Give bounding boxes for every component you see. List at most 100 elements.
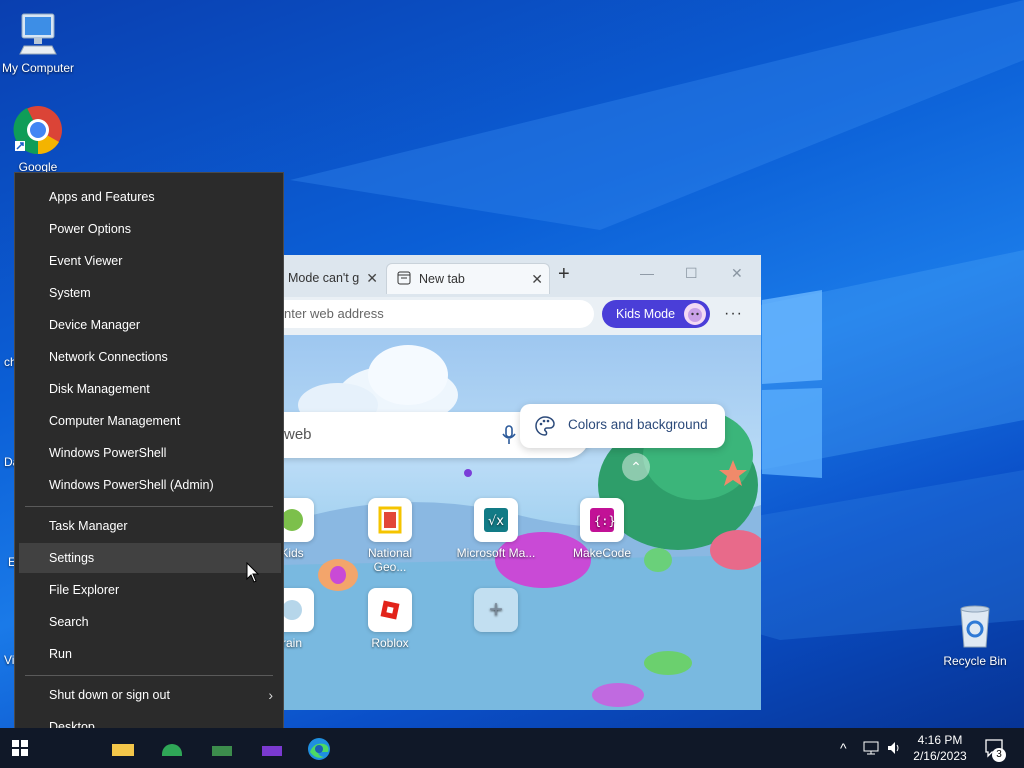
menu-item-task-manager[interactable]: Task Manager: [15, 511, 283, 541]
app-taskbar-icon[interactable]: [212, 746, 232, 756]
svg-text:{:}: {:}: [594, 514, 616, 528]
colors-and-background-label: Colors and background: [568, 417, 708, 432]
edge-taskbar-icon[interactable]: [306, 736, 332, 765]
network-icon[interactable]: [862, 740, 880, 759]
show-hidden-icons-chevron[interactable]: ^: [840, 740, 847, 756]
menu-item-windows-powershell-admin[interactable]: Windows PowerShell (Admin): [15, 470, 283, 500]
close-window-icon[interactable]: ✕: [731, 265, 743, 282]
menu-separator: [25, 675, 273, 676]
makecode-icon: {:}: [580, 498, 624, 542]
quick-link-label: Microsoft Ma...: [456, 546, 536, 560]
chrome-icon: [0, 105, 80, 158]
menu-item-label: Network Connections: [49, 350, 168, 364]
desktop-icon-recycle-bin[interactable]: Recycle Bin: [933, 603, 1017, 668]
tab-new-tab[interactable]: New tab ✕: [386, 263, 550, 294]
quick-link-label: MakeCode: [572, 546, 632, 560]
desktop-icon-google[interactable]: Google: [0, 105, 80, 174]
quick-link-tile[interactable]: √x Microsoft Ma...: [456, 498, 536, 560]
menu-item-disk-management[interactable]: Disk Management: [15, 374, 283, 404]
power-user-menu: Apps and Features Power Options Event View…: [14, 172, 284, 752]
menu-item-label: Search: [49, 615, 89, 629]
menu-item-label: Power Options: [49, 222, 131, 236]
menu-item-search[interactable]: Search: [15, 607, 283, 637]
kids-new-tab-page: web Colors and background ⌃ Kids Nationa…: [278, 335, 761, 710]
chrome-taskbar-icon[interactable]: [162, 744, 182, 756]
colors-and-background-button[interactable]: Colors and background: [520, 404, 725, 448]
minimize-icon[interactable]: —: [640, 265, 654, 281]
volume-icon[interactable]: [886, 740, 902, 759]
clock-time: 4:16 PM: [917, 733, 963, 747]
svg-text:√x: √x: [488, 514, 504, 529]
add-quick-link-button[interactable]: +: [456, 588, 536, 636]
menu-item-power-options[interactable]: Power Options: [15, 214, 283, 244]
collapse-chevron-icon[interactable]: ⌃: [622, 453, 650, 481]
menu-item-label: Settings: [49, 551, 95, 565]
menu-item-label: Windows PowerShell (Admin): [49, 478, 214, 492]
menu-item-label: Device Manager: [49, 318, 141, 332]
desktop-icon-label-partial: Vi: [4, 653, 15, 667]
desktop-icon-label: Recycle Bin: [943, 654, 1007, 668]
menu-item-label: File Explorer: [49, 583, 120, 597]
kids-mode-label: Kids Mode: [616, 307, 676, 321]
app-taskbar-icon[interactable]: [262, 746, 282, 756]
notification-count-badge: 3: [992, 748, 1006, 762]
quick-link-tile[interactable]: Kids: [278, 498, 332, 560]
tab-label: New tab: [419, 272, 465, 286]
menu-item-run[interactable]: Run: [15, 639, 283, 669]
menu-item-apps-and-features[interactable]: Apps and Features: [15, 182, 283, 212]
menu-item-label: Run: [49, 647, 72, 661]
maximize-icon[interactable]: ☐: [685, 265, 698, 282]
quick-link-tile[interactable]: Roblox: [350, 588, 430, 650]
menu-separator: [25, 506, 273, 507]
desktop-icon-my-computer[interactable]: My Computer: [0, 10, 80, 75]
edge-browser-window: Mode can't g ✕ New tab ✕ + — ☐ ✕ nter we…: [278, 255, 761, 710]
menu-item-device-manager[interactable]: Device Manager: [15, 310, 283, 340]
quick-link-tile[interactable]: {:} MakeCode: [562, 498, 642, 560]
address-bar[interactable]: nter web address: [278, 300, 594, 328]
microphone-icon[interactable]: [502, 425, 516, 448]
kids-avatar-icon: [684, 303, 706, 325]
file-explorer-taskbar-icon[interactable]: [112, 744, 134, 756]
desktop-icon-label: My Computer: [1, 61, 75, 75]
menu-item-system[interactable]: System: [15, 278, 283, 308]
menu-item-label: Windows PowerShell: [49, 446, 167, 460]
roblox-icon: [368, 588, 412, 632]
menu-item-computer-management[interactable]: Computer Management: [15, 406, 283, 436]
quick-link-label: rain: [281, 636, 302, 650]
quick-link-label: National Geo...: [367, 546, 413, 574]
menu-item-label: Event Viewer: [49, 254, 123, 268]
system-clock[interactable]: 4:16 PM 2/16/2023: [904, 732, 976, 764]
add-icon: +: [474, 588, 518, 632]
recycle-bin-icon: [933, 603, 1017, 652]
menu-item-label: Apps and Features: [49, 190, 155, 204]
palette-icon: [534, 415, 556, 440]
close-tab-icon[interactable]: ✕: [366, 270, 378, 287]
menu-item-file-explorer[interactable]: File Explorer: [15, 575, 283, 605]
quick-link-tile[interactable]: National Geo...: [350, 498, 430, 574]
mouse-cursor-icon: [246, 562, 260, 583]
menu-item-event-viewer[interactable]: Event Viewer: [15, 246, 283, 276]
microsoft-math-icon: √x: [474, 498, 518, 542]
tab-label: Mode can't g: [288, 271, 360, 285]
menu-item-label: System: [49, 286, 91, 300]
new-tab-icon: [397, 271, 411, 288]
menu-item-shut-down-or-sign-out[interactable]: Shut down or sign out ›: [15, 680, 283, 710]
menu-item-settings[interactable]: Settings: [19, 543, 281, 573]
computer-icon: [0, 10, 80, 59]
menu-item-windows-powershell[interactable]: Windows PowerShell: [15, 438, 283, 468]
tab-kids-mode-error[interactable]: Mode can't g ✕: [278, 263, 384, 293]
menu-item-network-connections[interactable]: Network Connections: [15, 342, 283, 372]
close-tab-icon[interactable]: ✕: [531, 271, 543, 288]
tab-strip: Mode can't g ✕ New tab ✕ + — ☐ ✕: [278, 255, 761, 297]
quick-link-tile[interactable]: rain: [278, 588, 332, 650]
clock-date: 2/16/2023: [913, 749, 967, 763]
menu-item-label: Task Manager: [49, 519, 128, 533]
taskbar: ^ 4:16 PM 2/16/2023 3: [0, 728, 1024, 768]
search-placeholder: web: [284, 426, 312, 443]
windows-start-icon[interactable]: [12, 740, 28, 759]
kids-mode-button[interactable]: Kids Mode: [602, 300, 710, 328]
submenu-chevron-icon: ›: [268, 687, 273, 703]
new-tab-plus-icon[interactable]: +: [558, 263, 570, 286]
more-options-icon[interactable]: ···: [724, 305, 743, 323]
quick-link-label: Roblox: [371, 636, 409, 650]
